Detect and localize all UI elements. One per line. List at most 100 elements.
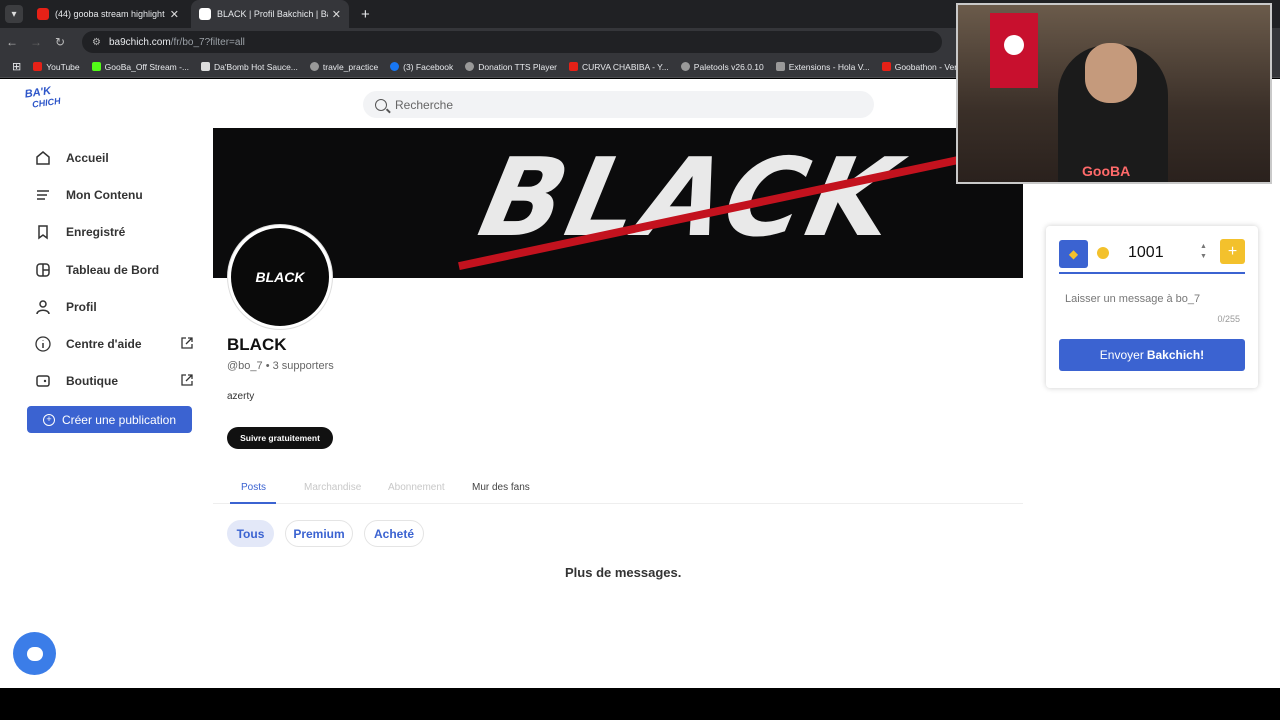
filter-achete[interactable]: Acheté xyxy=(364,520,424,547)
search-placeholder: Recherche xyxy=(395,97,454,112)
list-icon xyxy=(34,186,52,204)
tab-marchandise[interactable]: Marchandise xyxy=(304,482,361,493)
chat-support-button[interactable] xyxy=(13,632,56,675)
tip-amount-input[interactable]: 1001 xyxy=(1128,244,1164,262)
bookmark-donation-tts[interactable]: Donation TTS Player xyxy=(465,62,557,72)
empty-message: Plus de messages. xyxy=(565,565,682,580)
bookmark-paletools[interactable]: Paletools v26.0.10 xyxy=(680,61,764,72)
tab-title: (44) gooba stream highlight #8 xyxy=(55,9,166,19)
back-arrow-icon[interactable]: ← xyxy=(0,35,24,49)
apps-grid-icon[interactable]: ⊞ xyxy=(12,60,21,73)
webcam-name-tag: GooBA xyxy=(1082,163,1131,179)
facebook-icon xyxy=(390,62,400,71)
tab-abonnement[interactable]: Abonnement xyxy=(388,482,445,493)
bookmark-extensions[interactable]: Extensions - Hola V... xyxy=(775,61,870,72)
shop-icon xyxy=(201,62,211,71)
tab-mur-des-fans[interactable]: Mur des fans xyxy=(472,482,530,493)
sidebar-item-label: Centre d'aide xyxy=(66,337,142,351)
dashboard-icon xyxy=(34,261,52,279)
bookmark-travle[interactable]: travle_practice xyxy=(309,62,378,72)
profile-name: BLACK xyxy=(227,335,287,354)
tab-search-button[interactable]: ▾ xyxy=(5,5,23,23)
profile-tabs: Posts Marchandise Abonnement Mur des fan… xyxy=(213,478,1023,504)
forward-arrow-icon[interactable]: → xyxy=(24,35,48,49)
new-tab-button[interactable]: + xyxy=(361,6,370,23)
wallet-icon xyxy=(34,372,52,390)
bookmark-dabomb[interactable]: Da'Bomb Hot Sauce... xyxy=(201,62,298,72)
globe-icon xyxy=(309,62,319,71)
url-field[interactable]: ⚙ ba9chich.com/fr/bo_7?filter=all xyxy=(82,31,942,53)
send-bakchich-button[interactable]: Envoyer Bakchich! xyxy=(1059,339,1245,371)
search-icon xyxy=(375,98,387,111)
bookmark-label: Extensions - Hola V... xyxy=(788,61,870,72)
add-amount-button[interactable]: + xyxy=(1220,239,1245,264)
url-domain: ba9chich.com xyxy=(108,36,171,48)
tab-title: BLACK | Profil Bakchich | Bakch xyxy=(217,9,328,19)
kick-icon xyxy=(91,62,101,71)
close-icon[interactable]: ✕ xyxy=(170,8,179,21)
bookmark-label: (3) Facebook xyxy=(403,61,454,72)
sidebar-item-enregistre[interactable]: Enregistré xyxy=(34,220,194,244)
browser-tab-bakchich[interactable]: BLACK | Profil Bakchich | Bakch ✕ xyxy=(191,0,349,28)
sidebar-item-tableau-de-bord[interactable]: Tableau de Bord xyxy=(34,258,194,282)
tab-posts[interactable]: Posts xyxy=(241,482,266,493)
sidebar-item-profil[interactable]: Profil xyxy=(34,295,194,319)
filter-premium[interactable]: Premium xyxy=(285,520,353,547)
bookmark-label: YouTube xyxy=(46,61,80,72)
search-input[interactable]: Recherche xyxy=(363,91,874,118)
sidebar-item-mon-contenu[interactable]: Mon Contenu xyxy=(34,183,194,207)
bookmark-youtube[interactable]: YouTube xyxy=(33,61,80,72)
avatar[interactable]: BLACK xyxy=(228,225,332,329)
bookmark-label: Donation TTS Player xyxy=(478,61,558,72)
bookmark-icon xyxy=(34,223,52,241)
plus-circle-icon: + xyxy=(42,413,55,426)
home-icon xyxy=(34,149,52,167)
bakchich-favicon-icon xyxy=(199,8,211,20)
profile-banner: BLACK xyxy=(213,128,1023,278)
follow-button[interactable]: Suivre gratuitement xyxy=(227,427,333,449)
tip-card: ◆ 1001 ▲ ▼ + Laisser un message à bo_7 0/… xyxy=(1046,226,1258,388)
banner-title: BLACK xyxy=(469,136,911,261)
profile-meta: @bo_7 • 3 supporters xyxy=(227,360,334,372)
puzzle-icon xyxy=(775,62,785,71)
tip-message-field[interactable]: Laisser un message à bo_7 xyxy=(1065,293,1200,305)
bookmark-curva[interactable]: CURVA CHABIBA - Y... xyxy=(569,62,669,72)
reload-icon[interactable]: ↻ xyxy=(48,35,72,49)
amount-stepper[interactable]: ▲ ▼ xyxy=(1200,242,1207,262)
filter-tous[interactable]: Tous xyxy=(227,520,274,547)
bookmark-facebook[interactable]: (3) Facebook xyxy=(390,62,453,72)
streamer-head xyxy=(1085,43,1137,103)
close-icon[interactable]: ✕ xyxy=(332,8,341,21)
url-path: /fr/bo_7?filter=all xyxy=(170,36,245,48)
bottom-letterbox xyxy=(0,688,1280,720)
globe-icon xyxy=(680,62,690,71)
send-label-bold: Bakchich! xyxy=(1146,348,1205,362)
bookmark-label: GooBa_Off Stream -... xyxy=(104,61,190,72)
create-post-label: Créer une publication xyxy=(61,412,177,427)
sidebar-item-label: Tableau de Bord xyxy=(66,263,160,277)
sidebar-item-label: Boutique xyxy=(66,374,118,388)
external-link-icon xyxy=(180,373,194,387)
bakchich-logo[interactable]: BA'K CHICH xyxy=(24,85,64,120)
info-icon xyxy=(34,335,52,353)
bookmark-label: Da'Bomb Hot Sauce... xyxy=(214,61,298,72)
coin-icon[interactable] xyxy=(1097,247,1109,259)
gem-icon: ◆ xyxy=(1068,247,1079,261)
sidebar-item-label: Mon Contenu xyxy=(66,188,143,202)
external-link-icon xyxy=(180,336,194,350)
sidebar-item-label: Enregistré xyxy=(66,225,126,239)
youtube-icon xyxy=(569,62,579,71)
gem-toggle-button[interactable]: ◆ xyxy=(1059,240,1088,268)
site-info-icon[interactable]: ⚙ xyxy=(92,37,101,48)
create-post-button[interactable]: + Créer une publication xyxy=(27,406,192,433)
bookmark-gooba-kick[interactable]: GooBa_Off Stream -... xyxy=(91,61,190,72)
globe-icon xyxy=(465,62,475,71)
browser-tab-youtube[interactable]: (44) gooba stream highlight #8 ✕ xyxy=(29,0,187,28)
sidebar-item-boutique[interactable]: Boutique xyxy=(34,369,194,393)
sidebar-item-centre-aide[interactable]: Centre d'aide xyxy=(34,332,194,356)
tunisia-flag xyxy=(990,13,1038,88)
chat-icon xyxy=(26,646,43,661)
sidebar-item-accueil[interactable]: Accueil xyxy=(34,146,194,170)
youtube-icon xyxy=(37,8,49,20)
bookmark-label: Paletools v26.0.10 xyxy=(693,61,764,72)
